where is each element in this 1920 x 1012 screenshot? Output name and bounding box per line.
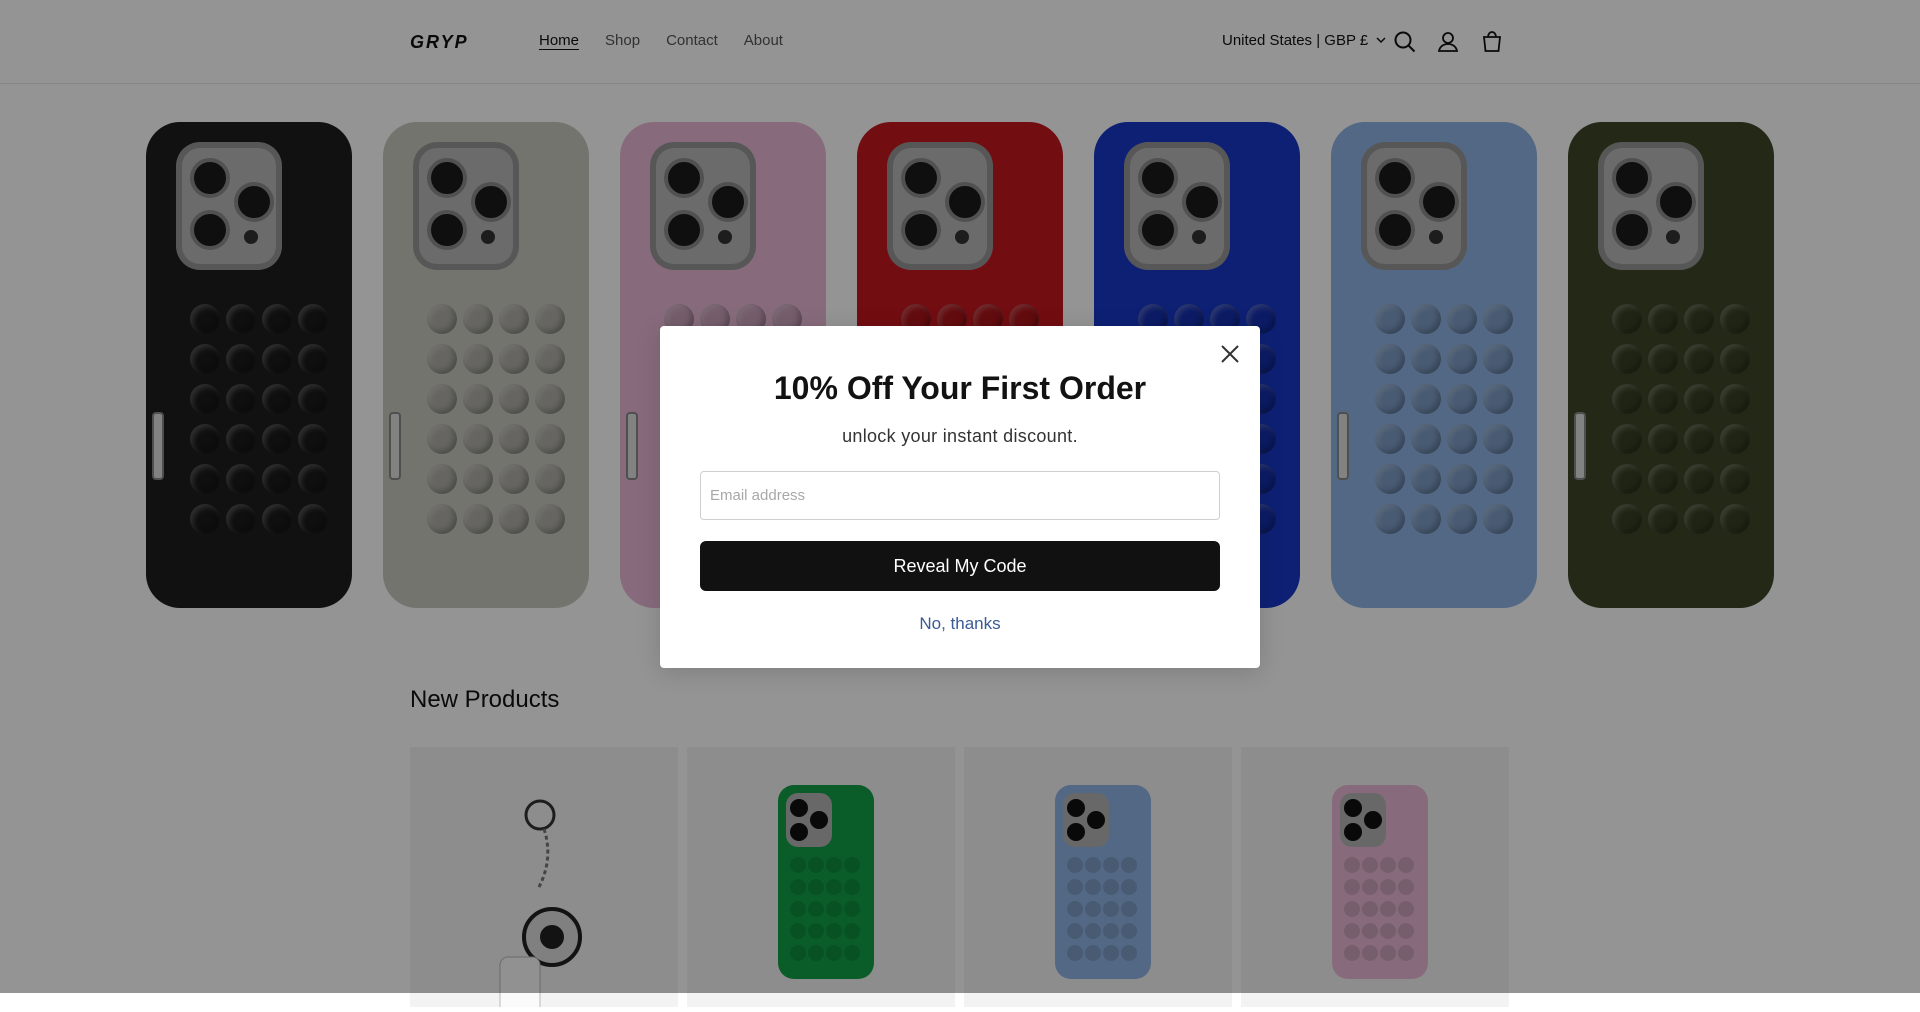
discount-modal: 10% Off Your First Order unlock your ins… [660,326,1260,668]
no-thanks-link[interactable]: No, thanks [660,614,1260,634]
close-icon[interactable] [1216,340,1244,368]
modal-title: 10% Off Your First Order [773,370,1147,406]
modal-subtitle: unlock your instant discount. [842,426,1078,446]
reveal-code-button[interactable]: Reveal My Code [700,541,1220,591]
email-field[interactable] [700,471,1220,520]
